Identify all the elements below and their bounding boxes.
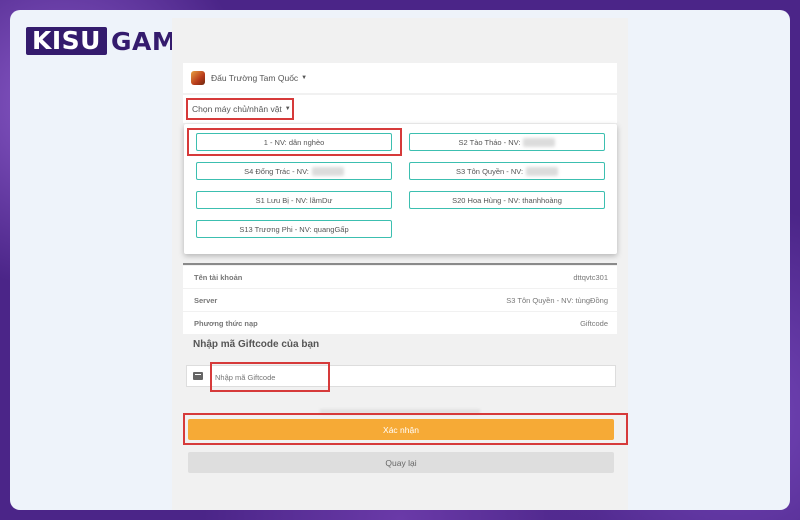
server-option[interactable]: 1 - NV: dân nghèo — [196, 133, 392, 151]
server-options-menu: 1 - NV: dân nghèo S2 Tào Tháo - NV: S4 Đ… — [184, 124, 617, 254]
server-option-label: S4 Đổng Trác - NV: — [244, 166, 309, 176]
logo-kisu: KISU — [26, 27, 107, 55]
server-select-label: Chọn máy chủ/nhân vật — [192, 104, 282, 114]
info-label: Tên tài khoản — [194, 272, 243, 282]
info-row: Phương thức nạp Giftcode — [183, 312, 617, 334]
giftcode-input[interactable] — [213, 367, 327, 387]
redacted-name — [523, 137, 556, 147]
info-row: Tên tài khoản dttqvtc301 — [183, 266, 617, 288]
info-label: Server — [194, 295, 218, 305]
giftcode-field — [186, 365, 616, 387]
game-avatar-icon — [191, 71, 205, 85]
section-divider — [183, 263, 617, 265]
info-value: Giftcode — [580, 318, 608, 328]
server-option[interactable]: S2 Tào Tháo - NV: — [409, 133, 605, 151]
server-option[interactable]: S4 Đổng Trác - NV: — [196, 162, 392, 180]
server-option-label: S1 Lưu Bị - NV: lãmDư — [255, 195, 333, 205]
server-character-dropdown[interactable]: Chọn máy chủ/nhân vật ▼ — [186, 98, 294, 120]
caret-down-icon: ▼ — [284, 106, 291, 112]
server-option-label: S13 Trương Phi - NV: quangGấp — [239, 224, 349, 234]
server-option[interactable]: S13 Trương Phi - NV: quangGấp — [196, 220, 392, 238]
info-label: Phương thức nạp — [194, 318, 258, 328]
caret-down-icon: ▼ — [301, 75, 308, 81]
server-option[interactable]: S1 Lưu Bị - NV: lãmDư — [196, 191, 392, 209]
server-option[interactable]: S20 Hoa Hùng - NV: thanhhoàng — [409, 191, 605, 209]
server-option-label: 1 - NV: dân nghèo — [263, 137, 325, 147]
game-selector[interactable]: Đấu Trường Tam Quốc ▼ — [183, 63, 617, 93]
info-row: Server S3 Tôn Quyền - NV: tùngĐồng — [183, 289, 617, 311]
back-button[interactable]: Quay lại — [188, 452, 614, 473]
helper-text-blurred — [320, 409, 480, 414]
info-value: S3 Tôn Quyền - NV: tùngĐồng — [506, 295, 608, 305]
server-option[interactable]: S3 Tôn Quyền - NV: — [409, 162, 605, 180]
giftcode-title: Nhập mã Giftcode của bạn — [193, 339, 320, 350]
server-option-label: S20 Hoa Hùng - NV: thanhhoàng — [452, 195, 562, 205]
game-name: Đấu Trường Tam Quốc — [211, 73, 299, 83]
card-icon — [193, 372, 203, 380]
info-value: dttqvtc301 — [573, 272, 608, 282]
kisugame-logo: KISU GAME — [26, 27, 195, 56]
server-option-label: S3 Tôn Quyền - NV: — [455, 166, 524, 176]
redacted-name — [311, 166, 344, 176]
server-option-label: S2 Tào Tháo - NV: — [458, 137, 521, 147]
redacted-name — [526, 166, 559, 176]
confirm-button[interactable]: Xác nhận — [188, 419, 614, 440]
